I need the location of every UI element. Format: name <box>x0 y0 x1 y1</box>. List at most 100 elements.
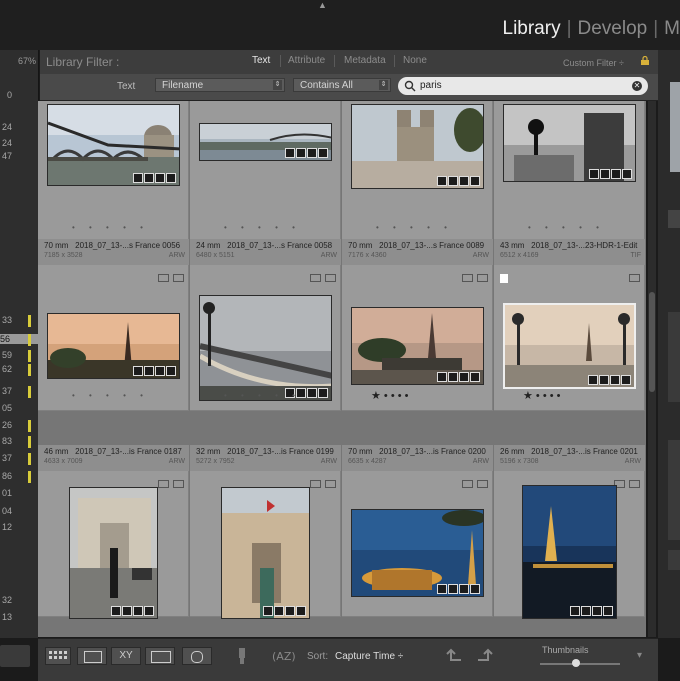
left-panel-count[interactable]: 83 <box>0 436 12 446</box>
left-panel-count[interactable]: 32 <box>0 595 12 605</box>
grid-cell[interactable]: 24 mm 2018_07_13-...s France 0058 6480 x… <box>190 239 341 411</box>
rating-dots[interactable]: • • • • • <box>528 223 605 232</box>
left-panel-count[interactable]: 13 <box>0 612 12 622</box>
photo-arc-de-triomphe[interactable] <box>69 487 158 619</box>
lock-icon[interactable] <box>641 56 649 65</box>
rotate-left-icon[interactable] <box>445 646 465 666</box>
cell-flag-icons[interactable] <box>614 480 640 488</box>
photo-eiffel-bridge-hdr[interactable] <box>503 303 636 389</box>
compare-view-icon[interactable]: XY <box>111 647 141 665</box>
left-panel-count[interactable]: 05 <box>0 403 12 413</box>
left-panel-count[interactable]: 26 <box>0 420 12 430</box>
grid-cell[interactable]: • • • • • <box>190 101 341 244</box>
photo-eiffel-statue[interactable] <box>351 307 484 385</box>
photo-notre-dame-bw[interactable] <box>503 104 636 182</box>
grid-cell[interactable]: • • • • • <box>342 101 493 244</box>
color-label-marker <box>28 471 31 483</box>
grid-scroll-thumb[interactable] <box>649 292 655 392</box>
rating-dots[interactable]: • • • • • <box>224 391 301 400</box>
module-map[interactable]: M <box>664 18 680 39</box>
left-panel-count[interactable]: 12 <box>0 522 12 532</box>
photo-eiffel-sunset[interactable] <box>47 313 180 379</box>
left-panel-count[interactable]: 37 <box>0 386 12 396</box>
painter-icon[interactable] <box>236 646 248 666</box>
left-panel-count[interactable]: 01 <box>0 488 12 498</box>
photo-carousel-eiffel[interactable] <box>351 509 484 597</box>
module-library[interactable]: Library <box>503 18 561 39</box>
left-panel-count[interactable]: 0 <box>0 90 12 100</box>
people-view-icon[interactable] <box>182 647 212 665</box>
left-panel-count[interactable]: 04 <box>0 506 12 516</box>
left-panel-bottom-button[interactable] <box>0 645 30 667</box>
thumbnail-size-slider[interactable] <box>540 663 620 665</box>
photo-badges <box>111 606 154 616</box>
library-filter-title: Library Filter : <box>46 55 119 69</box>
sort-select[interactable]: Capture Time ÷ <box>335 651 403 662</box>
survey-view-icon[interactable] <box>145 647 175 665</box>
left-panel-count[interactable]: 47 <box>0 151 12 161</box>
rating-dots[interactable]: • • • • • <box>224 223 301 232</box>
rating-dots[interactable]: • • • • • <box>72 223 149 232</box>
sort-direction-icon[interactable]: (AZ) <box>270 646 300 666</box>
right-panel-button[interactable] <box>668 210 680 228</box>
cell-flag-icons[interactable] <box>462 274 488 282</box>
left-panel-count[interactable]: 56 <box>0 334 38 344</box>
loupe-view-icon[interactable] <box>77 647 107 665</box>
cell-file-type: ARW <box>473 458 489 465</box>
rating-stars[interactable]: ★ • • • • <box>523 389 561 402</box>
filter-tab-metadata[interactable]: Metadata <box>344 55 386 66</box>
custom-filter-preset[interactable]: Custom Filter ÷ <box>563 58 624 68</box>
filter-tab-divider <box>280 55 281 67</box>
dropdown-arrow-icon: ⇕ <box>273 80 282 90</box>
left-panel-count[interactable]: 37 <box>0 453 12 463</box>
rating-dots[interactable]: • • • • • <box>376 223 453 232</box>
grid-cell[interactable]: 70 mm 2018_07_13-...is France 0200 6635 … <box>342 445 493 617</box>
photo-pont-alexandre[interactable] <box>199 295 332 401</box>
photo-seine-panorama[interactable] <box>199 123 332 161</box>
rotate-right-icon[interactable] <box>474 646 494 666</box>
left-panel-count[interactable]: 62 <box>0 364 12 374</box>
grid-cell[interactable]: 70 mm 2018_07_13-...s France 0089 7176 x… <box>342 239 493 411</box>
left-panel-count[interactable]: 59 <box>0 350 12 360</box>
grid-cell[interactable]: 43 mm 2018_07_13-...23-HDR-1-Edit 6512 x… <box>494 239 645 411</box>
rule-select[interactable]: Contains All⇕ <box>293 78 391 92</box>
left-panel-count[interactable]: 86 <box>0 471 12 481</box>
module-develop[interactable]: Develop <box>578 18 648 39</box>
photo-bridge-seine[interactable] <box>47 104 180 186</box>
pick-flag-icon[interactable] <box>500 274 508 283</box>
cell-dimensions: 7176 x 4360 <box>348 252 387 259</box>
photo-eiffel-night[interactable] <box>522 485 617 619</box>
thumbnails-label: Thumbnails <box>542 645 589 655</box>
filter-tab-text[interactable]: Text <box>252 55 270 66</box>
grid-cell[interactable]: 70 mm 2018_07_13-...s France 0056 7185 x… <box>38 239 189 411</box>
grid-cell[interactable]: 32 mm 2018_07_13-...is France 0199 5272 … <box>190 445 341 617</box>
rating-stars[interactable]: ★ • • • • <box>371 389 409 402</box>
grid-cell[interactable]: 46 mm 2018_07_13-...is France 0187 4633 … <box>38 445 189 617</box>
field-select[interactable]: Filename⇕ <box>155 78 285 92</box>
left-panel-count[interactable]: 24 <box>0 122 12 132</box>
grid-cell[interactable]: 26 mm 2018_07_13-...is France 0201 5196 … <box>494 445 645 617</box>
photo-palais-chaillot[interactable] <box>221 487 310 619</box>
grid-cell[interactable]: • • • • • <box>494 101 645 244</box>
collapse-top-panel-icon[interactable]: ▲ <box>318 0 327 10</box>
left-panel-count[interactable]: 33 <box>0 315 12 325</box>
grid-cell[interactable]: • • • • • <box>38 101 189 244</box>
filter-tab-attribute[interactable]: Attribute <box>288 55 325 66</box>
grid-view-icon[interactable] <box>45 647 71 665</box>
left-panel-count[interactable]: 24 <box>0 138 12 148</box>
filter-tab-none[interactable]: None <box>403 55 427 66</box>
cell-flag-icons[interactable] <box>462 480 488 488</box>
cell-file-type: ARW <box>321 252 337 259</box>
search-input[interactable]: paris ✕ <box>398 77 648 95</box>
cell-flag-icons[interactable] <box>629 274 640 282</box>
rating-dots[interactable]: • • • • • <box>72 391 149 400</box>
cell-flag-icons[interactable] <box>158 480 184 488</box>
cell-flag-icons[interactable] <box>310 480 336 488</box>
photo-notre-dame[interactable] <box>351 104 484 189</box>
clear-search-icon[interactable]: ✕ <box>632 81 642 91</box>
cell-dimensions: 5196 x 7308 <box>500 458 539 465</box>
cell-flag-icons[interactable] <box>158 274 184 282</box>
color-label-marker <box>28 436 31 448</box>
cell-flag-icons[interactable] <box>310 274 336 282</box>
toolbar-menu-chevron-icon[interactable]: ▾ <box>637 650 642 661</box>
